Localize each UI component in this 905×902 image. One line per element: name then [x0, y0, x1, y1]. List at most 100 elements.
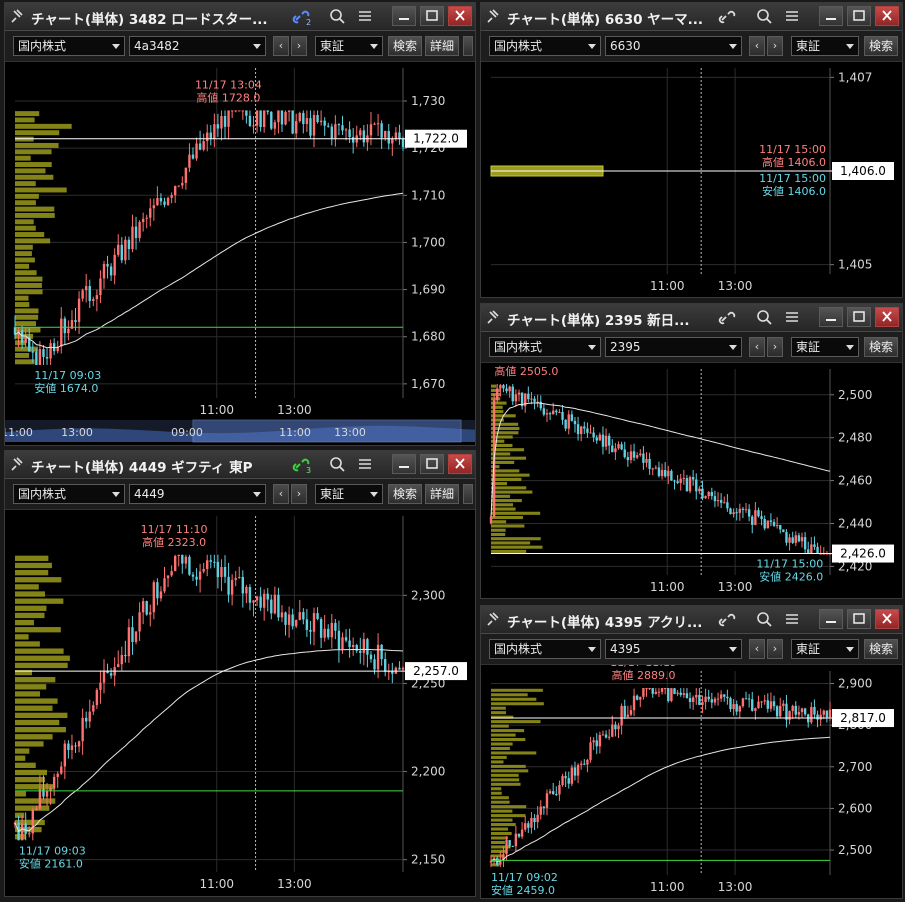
- candle-body: [348, 129, 351, 138]
- maximize-button[interactable]: [847, 609, 871, 629]
- close-button[interactable]: [875, 307, 899, 327]
- minimize-button[interactable]: [819, 609, 843, 629]
- close-button[interactable]: [448, 454, 472, 474]
- menu-icon-button[interactable]: [781, 6, 805, 26]
- close-button[interactable]: [875, 609, 899, 629]
- window-titlebar[interactable]: チャート(単体) 3482 ロードスター... 2: [5, 3, 475, 31]
- exchange-select[interactable]: 東証: [315, 484, 383, 504]
- search-button[interactable]: 検索: [864, 36, 898, 56]
- symbol-code-select[interactable]: 4395: [605, 639, 742, 659]
- candle-body: [60, 766, 63, 774]
- menu-icon-button[interactable]: [781, 609, 805, 629]
- search-icon-button[interactable]: [753, 307, 777, 327]
- link-icon[interactable]: 2: [292, 8, 312, 26]
- maximize-button[interactable]: [847, 307, 871, 327]
- more-button[interactable]: [463, 36, 473, 56]
- next-symbol-button[interactable]: ›: [767, 36, 783, 56]
- minimize-button[interactable]: [819, 307, 843, 327]
- candle-body: [74, 745, 77, 747]
- candle-body: [738, 706, 742, 712]
- candle-body: [330, 126, 334, 139]
- next-symbol-button[interactable]: ›: [767, 337, 783, 357]
- search-icon-button[interactable]: [753, 609, 777, 629]
- link-icon[interactable]: [718, 8, 738, 26]
- window-titlebar[interactable]: チャート(単体) 4395 アクリ...: [481, 606, 902, 634]
- price-chart[interactable]: 2,3002,2502,2002,15011:00 13:002,257.011/…: [5, 510, 475, 896]
- prev-symbol-button[interactable]: ‹: [273, 484, 289, 504]
- menu-icon-button[interactable]: [354, 454, 378, 474]
- detail-button[interactable]: 詳細: [425, 484, 459, 504]
- prev-symbol-button[interactable]: ‹: [749, 36, 765, 56]
- window-titlebar[interactable]: チャート(単体) 2395 新日...: [481, 304, 902, 332]
- pin-icon[interactable]: [487, 310, 501, 324]
- close-button[interactable]: [875, 6, 899, 26]
- close-button[interactable]: [448, 6, 472, 26]
- maximize-button[interactable]: [420, 6, 444, 26]
- market-type-select[interactable]: 国内株式: [489, 36, 601, 56]
- next-symbol-button[interactable]: ›: [291, 36, 307, 56]
- candle-body: [295, 121, 298, 134]
- minimize-button[interactable]: [392, 454, 416, 474]
- pin-icon[interactable]: [11, 457, 25, 471]
- candle-body: [570, 767, 574, 784]
- price-chart[interactable]: 2,9002,8002,7002,6002,50011:0013:002,817…: [481, 665, 902, 899]
- menu-icon-button[interactable]: [781, 307, 805, 327]
- maximize-button[interactable]: [847, 6, 871, 26]
- search-button[interactable]: 検索: [864, 639, 898, 659]
- symbol-code-select[interactable]: 4449: [129, 484, 266, 504]
- symbol-code-select[interactable]: 2395: [605, 337, 742, 357]
- exchange-select[interactable]: 東証: [315, 36, 383, 56]
- search-button[interactable]: 検索: [388, 36, 422, 56]
- link-icon[interactable]: 3: [292, 456, 312, 474]
- price-chart[interactable]: 1,4071,40511:00 13:001,406.011/17 15:00高値…: [481, 62, 902, 298]
- candle-body: [202, 141, 205, 150]
- menu-icon-button[interactable]: [354, 6, 378, 26]
- search-button[interactable]: 検索: [388, 484, 422, 504]
- prev-symbol-button[interactable]: ‹: [749, 639, 765, 659]
- window-titlebar[interactable]: チャート(単体) 6630 ヤーマ...: [481, 3, 902, 31]
- market-type-select[interactable]: 国内株式: [489, 337, 601, 357]
- chevron-down-icon: [112, 44, 120, 49]
- candle-body: [757, 701, 760, 709]
- candle-body: [775, 525, 779, 527]
- candle-body: [810, 544, 813, 554]
- candle-body: [166, 197, 170, 205]
- candle-body: [156, 582, 159, 599]
- search-icon-button[interactable]: [326, 6, 350, 26]
- candle-body: [337, 630, 341, 650]
- minimize-button[interactable]: [392, 6, 416, 26]
- link-icon[interactable]: [718, 611, 738, 629]
- next-symbol-button[interactable]: ›: [767, 639, 783, 659]
- exchange-select[interactable]: 東証: [791, 639, 859, 659]
- search-button[interactable]: 検索: [864, 337, 898, 357]
- candle-body: [213, 124, 216, 139]
- candle-body: [782, 703, 785, 706]
- candle-body: [149, 208, 152, 218]
- exchange-select[interactable]: 東証: [791, 337, 859, 357]
- symbol-code-select[interactable]: 4a3482: [129, 36, 266, 56]
- detail-button[interactable]: 詳細: [425, 36, 459, 56]
- search-icon-button[interactable]: [753, 6, 777, 26]
- market-type-select[interactable]: 国内株式: [489, 639, 601, 659]
- volume-profile-bar: [15, 149, 52, 155]
- symbol-code-select[interactable]: 6630: [605, 36, 742, 56]
- more-button[interactable]: [463, 484, 473, 504]
- pin-icon[interactable]: [487, 612, 501, 626]
- price-chart[interactable]: 2,5002,4802,4602,4402,42011:00 13:002,426…: [481, 363, 902, 599]
- window-titlebar[interactable]: チャート(単体) 4449 ギフティ 東P 3: [5, 451, 475, 479]
- price-chart[interactable]: 1,7301,7201,7101,7001,6901,6801,67011:00…: [5, 62, 475, 446]
- prev-symbol-button[interactable]: ‹: [273, 36, 289, 56]
- pin-icon[interactable]: [487, 9, 501, 23]
- exchange-select[interactable]: 東証: [791, 36, 859, 56]
- market-type-select[interactable]: 国内株式: [13, 36, 125, 56]
- link-icon[interactable]: [718, 309, 738, 327]
- prev-symbol-button[interactable]: ‹: [749, 337, 765, 357]
- market-type-select[interactable]: 国内株式: [13, 484, 125, 504]
- volume-profile-bar: [15, 340, 26, 346]
- volume-profile-bar: [15, 232, 45, 238]
- pin-icon[interactable]: [11, 9, 25, 23]
- next-symbol-button[interactable]: ›: [291, 484, 307, 504]
- search-icon-button[interactable]: [326, 454, 350, 474]
- minimize-button[interactable]: [819, 6, 843, 26]
- maximize-button[interactable]: [420, 454, 444, 474]
